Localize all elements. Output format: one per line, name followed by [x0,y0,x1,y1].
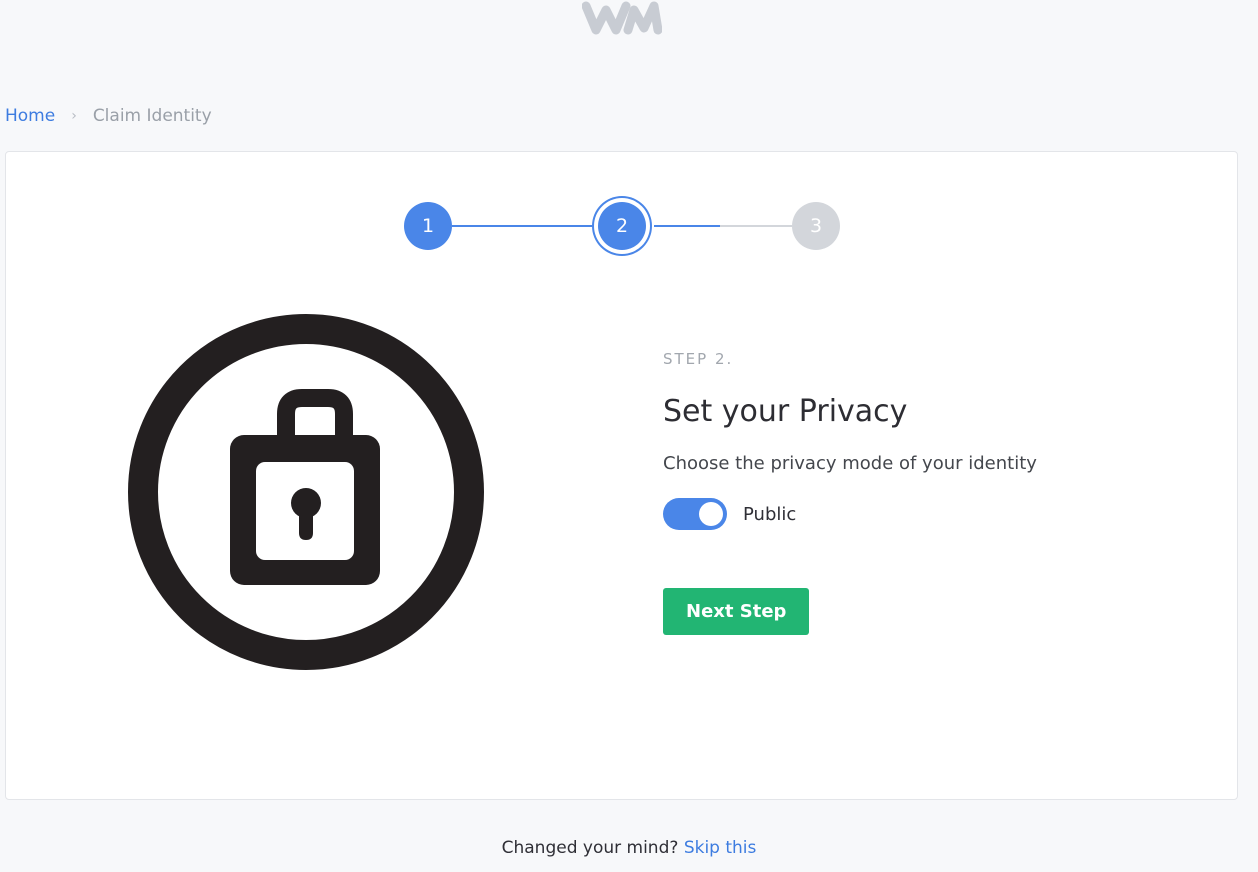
breadcrumb: Home › Claim Identity [5,106,212,126]
page-subtitle: Choose the privacy mode of your identity [663,453,1037,474]
step-label: STEP 2. [663,350,734,368]
page-title: Set your Privacy [663,394,908,429]
privacy-toggle-label: Public [743,503,797,525]
step-content: STEP 2. Set your Privacy Choose the priv… [663,350,1163,635]
breadcrumb-home-link[interactable]: Home [5,106,55,126]
privacy-toggle-row: Public [663,498,1163,530]
skip-link[interactable]: Skip this [684,838,757,858]
step-1-circle[interactable]: 1 [404,202,452,250]
toggle-knob [699,502,723,526]
footer: Changed your mind? Skip this [0,838,1258,858]
next-step-button[interactable]: Next Step [663,588,810,635]
claim-identity-card: 1 2 3 STEP 2. Set your Privacy Choose th… [5,151,1238,800]
breadcrumb-current: Claim Identity [92,106,212,126]
step-3-circle[interactable]: 3 [792,202,840,250]
stepper: 1 2 3 [404,192,844,260]
stepper-line-1-2 [452,225,598,227]
privacy-toggle[interactable] [663,498,727,530]
footer-text: Changed your mind? [501,838,679,858]
breadcrumb-separator: › [71,108,77,124]
stepper-line-2-3-pending [720,225,792,227]
wm-logo-icon [582,1,662,35]
lock-circle-icon [128,314,484,670]
step-2-circle[interactable]: 2 [598,202,646,250]
stepper-line-2-3-done [654,225,720,227]
